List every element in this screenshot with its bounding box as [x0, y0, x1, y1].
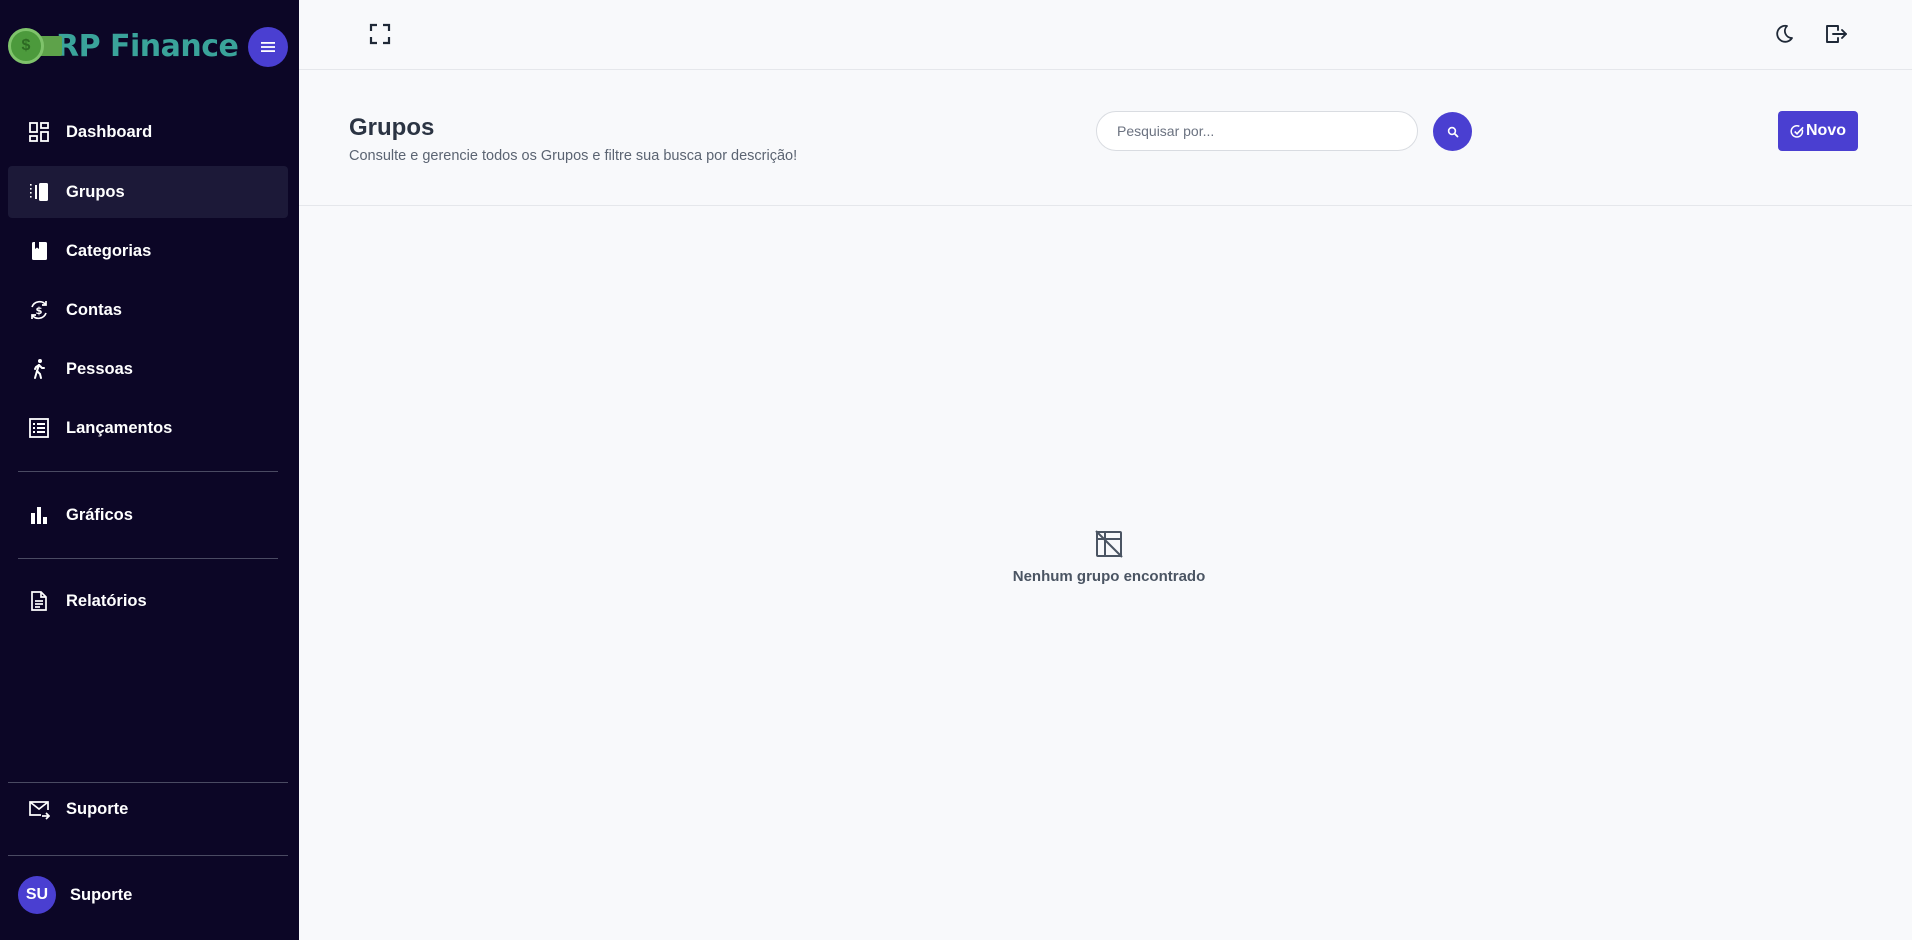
sidebar-item-lancamentos[interactable]: Lançamentos [8, 402, 288, 454]
new-button-label: Novo [1806, 122, 1846, 139]
sidebar-item-label: Relatórios [66, 591, 147, 610]
menu-toggle-button[interactable] [248, 27, 288, 67]
sidebar-item-grupos[interactable]: Grupos [8, 166, 288, 218]
empty-state: Nenhum grupo encontrado [949, 528, 1269, 585]
sidebar-item-suporte[interactable]: Suporte [8, 783, 288, 835]
user-name: Suporte [70, 885, 133, 904]
check-circle-icon [1790, 124, 1804, 138]
sidebar-item-label: Categorias [66, 241, 152, 260]
groups-icon [28, 181, 50, 203]
theme-toggle-button[interactable] [1768, 18, 1800, 50]
avatar: SU [18, 876, 56, 914]
walking-person-icon [28, 358, 50, 380]
app-logo[interactable]: $ RP Finance [8, 24, 239, 68]
coin-icon: $ [8, 28, 44, 64]
grid-off-icon [1095, 530, 1123, 558]
new-group-button[interactable]: Novo [1778, 111, 1858, 151]
support-label: Suporte [66, 799, 129, 818]
dashboard-icon [28, 121, 50, 143]
bar-chart-icon [28, 504, 50, 526]
sidebar-item-contas[interactable]: $ Contas [8, 284, 288, 336]
sidebar-item-relatorios[interactable]: Relatórios [8, 575, 288, 627]
topbar [299, 0, 1912, 70]
mail-forward-icon [28, 798, 50, 820]
fullscreen-icon [369, 23, 391, 45]
page-title: Grupos [349, 114, 435, 141]
sidebar-item-label: Pessoas [66, 359, 133, 378]
sidebar-divider [8, 855, 288, 856]
sidebar-item-label: Lançamentos [66, 418, 173, 437]
search-icon [1447, 126, 1458, 137]
sidebar-item-pessoas[interactable]: Pessoas [8, 343, 288, 395]
sidebar-divider [18, 558, 278, 559]
page-header: Grupos Consulte e gerencie todos os Grup… [299, 70, 1912, 206]
logout-button[interactable] [1820, 18, 1852, 50]
sidebar-item-label: Gráficos [66, 505, 133, 524]
svg-text:$: $ [36, 306, 43, 317]
hamburger-icon [261, 42, 275, 52]
user-profile[interactable]: SU Suporte [8, 869, 288, 921]
sidebar-item-dashboard[interactable]: Dashboard [8, 106, 288, 158]
fullscreen-button[interactable] [364, 18, 396, 50]
page-subtitle: Consulte e gerencie todos os Grupos e fi… [349, 148, 798, 164]
sidebar-item-label: Grupos [66, 182, 125, 201]
sidebar: $ RP Finance Dashboard Grupos Categorias… [0, 0, 299, 940]
book-icon [28, 240, 50, 262]
logout-icon [1826, 25, 1847, 43]
moon-icon [1776, 24, 1793, 43]
currency-exchange-icon: $ [28, 299, 50, 321]
search-input[interactable] [1096, 111, 1418, 151]
list-icon [28, 417, 50, 439]
logo-text: RP Finance [56, 28, 239, 64]
sidebar-divider [18, 471, 278, 472]
sidebar-item-graficos[interactable]: Gráficos [8, 489, 288, 541]
sidebar-item-label: Contas [66, 300, 122, 319]
empty-state-message: Nenhum grupo encontrado [1012, 568, 1206, 585]
sidebar-item-categorias[interactable]: Categorias [8, 225, 288, 277]
search-button[interactable] [1433, 112, 1472, 151]
sidebar-item-label: Dashboard [66, 122, 153, 141]
document-icon [28, 590, 50, 612]
